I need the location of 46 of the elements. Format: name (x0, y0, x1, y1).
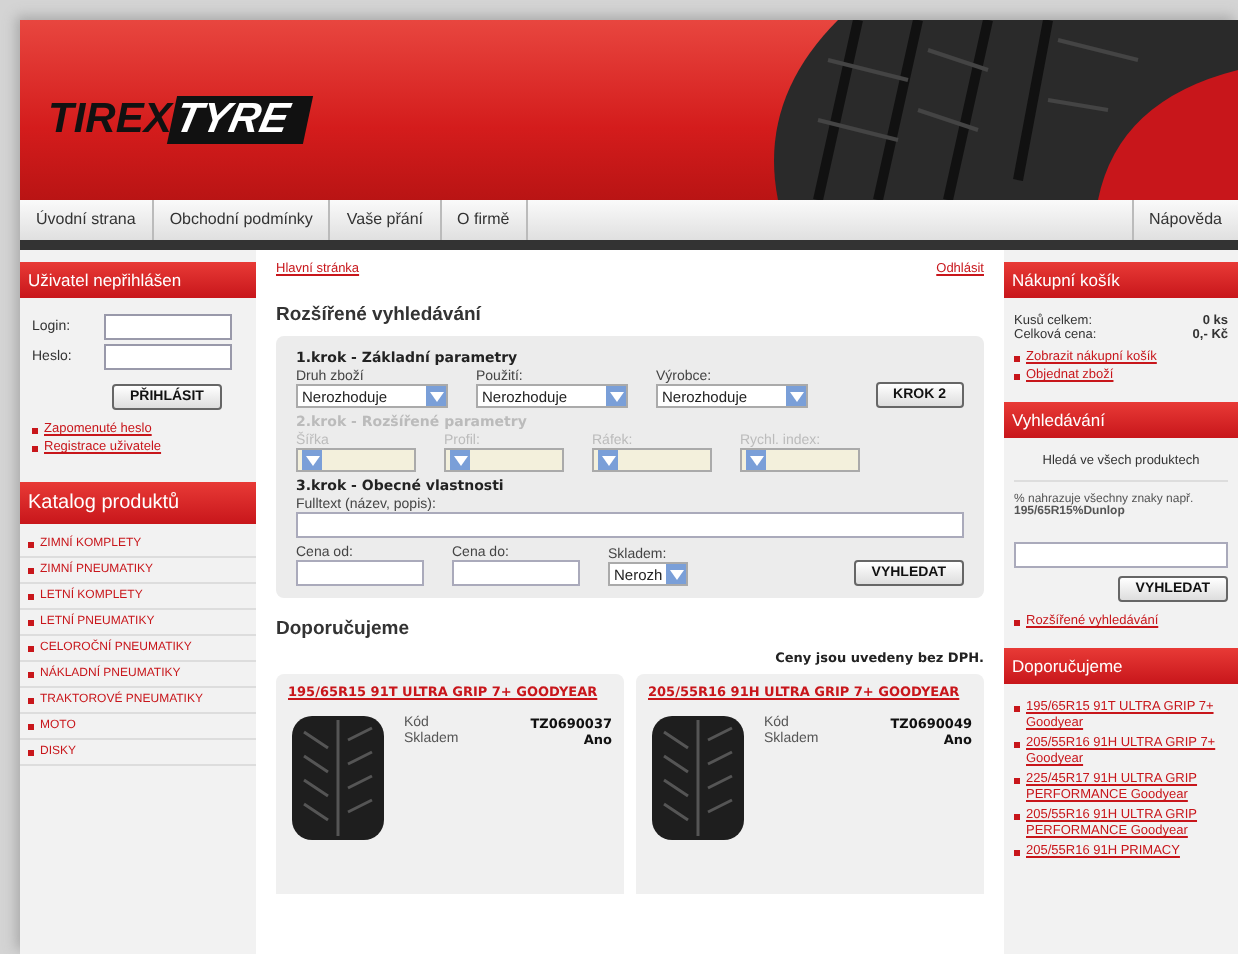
tire-drawing (648, 716, 748, 840)
panel-title: Katalog produktů (20, 482, 256, 524)
bullet-icon (1014, 850, 1020, 856)
password-field[interactable] (104, 344, 232, 370)
bullet-icon (32, 428, 38, 434)
bullet-icon (28, 541, 34, 547)
login-field[interactable] (104, 314, 232, 340)
bullet-icon (1014, 356, 1020, 362)
bullet-icon (28, 593, 34, 599)
panel-title: Uživatel nepřihlášen (20, 262, 256, 298)
bullet-icon (28, 671, 34, 677)
dropdown[interactable] (296, 448, 416, 472)
dropdown-arrow-icon[interactable] (746, 450, 766, 470)
bullet-icon (1014, 778, 1020, 784)
dropdown-arrow-icon[interactable] (598, 450, 618, 470)
dropdown[interactable] (592, 448, 712, 472)
tire-drawing (288, 716, 388, 840)
dropdown-arrow-icon[interactable] (426, 386, 446, 406)
panel-title: Doporučujeme (1004, 648, 1238, 684)
bullet-icon (28, 567, 34, 573)
dropdown[interactable] (740, 448, 860, 472)
bullet-icon (1014, 374, 1020, 380)
dropdown-arrow-icon[interactable] (786, 386, 806, 406)
bullet-icon (28, 645, 34, 651)
bullet-icon (32, 446, 38, 452)
bullet-icon (28, 749, 34, 755)
search-field[interactable] (1014, 542, 1228, 568)
bullet-icon (1014, 814, 1020, 820)
bullet-icon (28, 723, 34, 729)
dropdown-arrow-icon[interactable] (302, 450, 322, 470)
bullet-icon (1014, 742, 1020, 748)
dropdown[interactable] (444, 448, 564, 472)
bullet-icon (28, 697, 34, 703)
text-field[interactable] (296, 560, 424, 586)
section-heading: Rozšířené vyhledávání (276, 304, 484, 326)
bullet-icon (1014, 706, 1020, 712)
panel-title: Nákupní košík (1004, 262, 1238, 298)
bullet-icon (1014, 620, 1020, 626)
dropdown-arrow-icon[interactable] (606, 386, 626, 406)
dropdown-arrow-icon[interactable] (666, 564, 686, 584)
text-field[interactable] (452, 560, 580, 586)
text-field[interactable] (296, 512, 964, 538)
dropdown-arrow-icon[interactable] (450, 450, 470, 470)
panel-title: Vyhledávání (1004, 402, 1238, 438)
bullet-icon (28, 619, 34, 625)
section-heading: Doporučujeme (276, 618, 412, 640)
